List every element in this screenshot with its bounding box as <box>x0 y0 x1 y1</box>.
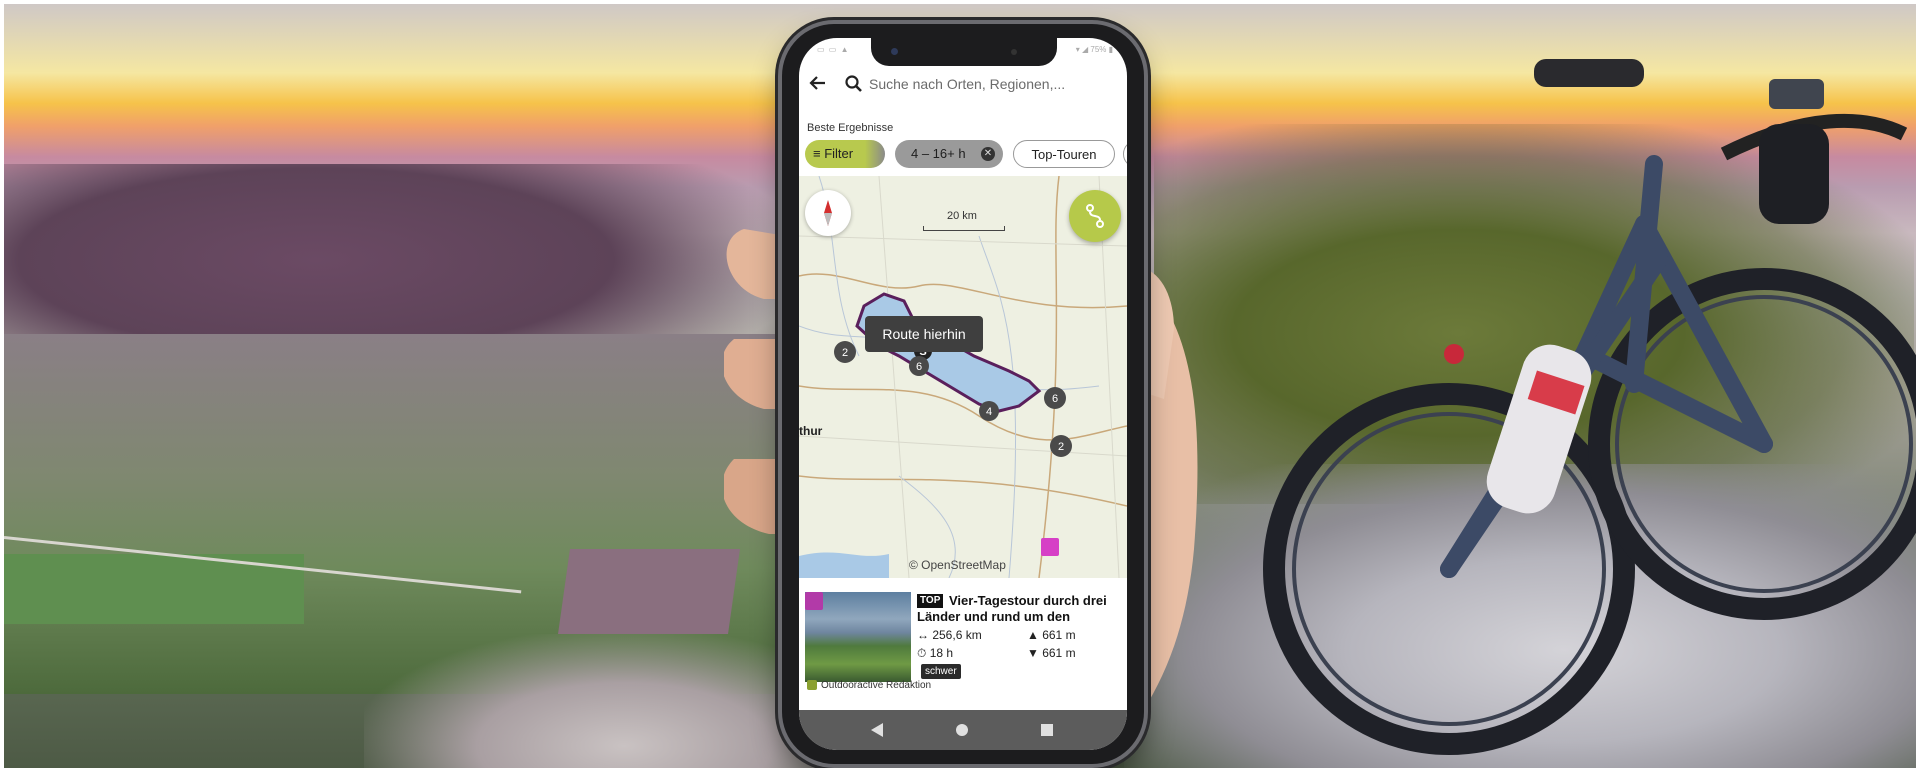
tour-author-label: Outdooractive Redaktion <box>821 680 932 691</box>
cluster-marker-3[interactable]: 4 <box>986 406 992 418</box>
cluster-marker-5[interactable]: 2 <box>1058 441 1064 453</box>
status-icons-left: ▭ ▭ ▲ <box>817 45 850 54</box>
map-scale-bar <box>923 226 1005 231</box>
close-icon[interactable]: ✕ <box>981 147 995 161</box>
top-tours-chip[interactable]: Top-Touren <box>1013 140 1115 168</box>
phone-notch <box>871 38 1057 66</box>
background-field <box>558 549 740 634</box>
author-icon <box>807 680 817 691</box>
filter-chip[interactable]: ≡ Filter <box>805 140 885 168</box>
filter-chips: ≡ Filter 4 – 16+ h ✕ Top-Touren <box>805 140 1127 170</box>
cluster-marker-4[interactable]: 6 <box>1052 393 1058 405</box>
cluster-marker-1[interactable]: 2 <box>842 347 848 359</box>
tour-descent: ▼ 661 m <box>1027 646 1076 660</box>
front-camera <box>891 48 898 55</box>
bike-tour-icon <box>805 592 823 610</box>
difficulty-badge: schwer <box>921 664 961 679</box>
search-input[interactable] <box>869 73 1109 95</box>
map-attribution[interactable]: © OpenStreetMap <box>909 558 1006 572</box>
bicycle-image <box>1263 59 1916 755</box>
sensor <box>1011 49 1017 55</box>
map-place-label: thur <box>799 424 823 438</box>
android-nav-bar <box>799 710 1127 750</box>
tour-author: Outdooractive Redaktion <box>807 680 931 691</box>
tour-card[interactable]: Vier-Tagestour durch drei Länder und run… <box>799 578 1127 691</box>
route-here-tooltip[interactable]: Route hierhin <box>865 316 983 352</box>
background-photo: ▭ ▭ ▲ ▾ ◢ 75% ▮ Beste Ergebnisse ≡ Filte… <box>4 4 1916 768</box>
top-badge: TOP <box>917 594 944 608</box>
map-scale-label: 20 km <box>947 210 977 222</box>
search-bar <box>799 64 1127 106</box>
nav-recent-icon[interactable] <box>1041 724 1053 736</box>
results-section-label: Beste Ergebnisse <box>807 122 894 134</box>
cluster-marker-2[interactable]: 6 <box>916 361 922 373</box>
tour-duration: ⏱ 18 h <box>917 646 954 660</box>
route-icon[interactable] <box>1069 190 1121 242</box>
compass-icon[interactable] <box>805 190 851 236</box>
tour-ascent: ▲ 661 m <box>1027 628 1076 642</box>
map-view[interactable]: 2 S 6 4 6 2 20 km Route hierhin thur © O… <box>799 176 1127 578</box>
app-screen: ▭ ▭ ▲ ▾ ◢ 75% ▮ Beste Ergebnisse ≡ Filte… <box>799 38 1127 750</box>
status-icons-right: ▾ ◢ 75% ▮ <box>1075 45 1113 54</box>
filter-chip-label: Filter <box>824 146 854 161</box>
more-chip[interactable] <box>1123 140 1127 168</box>
search-icon[interactable] <box>844 74 864 94</box>
tour-title: Vier-Tagestour durch drei Länder und run… <box>917 593 1107 624</box>
nav-home-icon[interactable] <box>956 724 968 736</box>
sliders-icon: ≡ <box>813 146 825 161</box>
duration-chip-label: 4 – 16+ h <box>911 146 966 161</box>
smartphone: ▭ ▭ ▲ ▾ ◢ 75% ▮ Beste Ergebnisse ≡ Filte… <box>782 24 1144 764</box>
arrow-left-icon[interactable] <box>807 72 829 94</box>
tour-distance: ↔ 256,6 km <box>917 628 982 642</box>
top-tours-chip-label: Top-Touren <box>1031 147 1097 162</box>
duration-chip[interactable]: 4 – 16+ h ✕ <box>895 140 1003 168</box>
nav-back-icon[interactable] <box>871 723 883 737</box>
